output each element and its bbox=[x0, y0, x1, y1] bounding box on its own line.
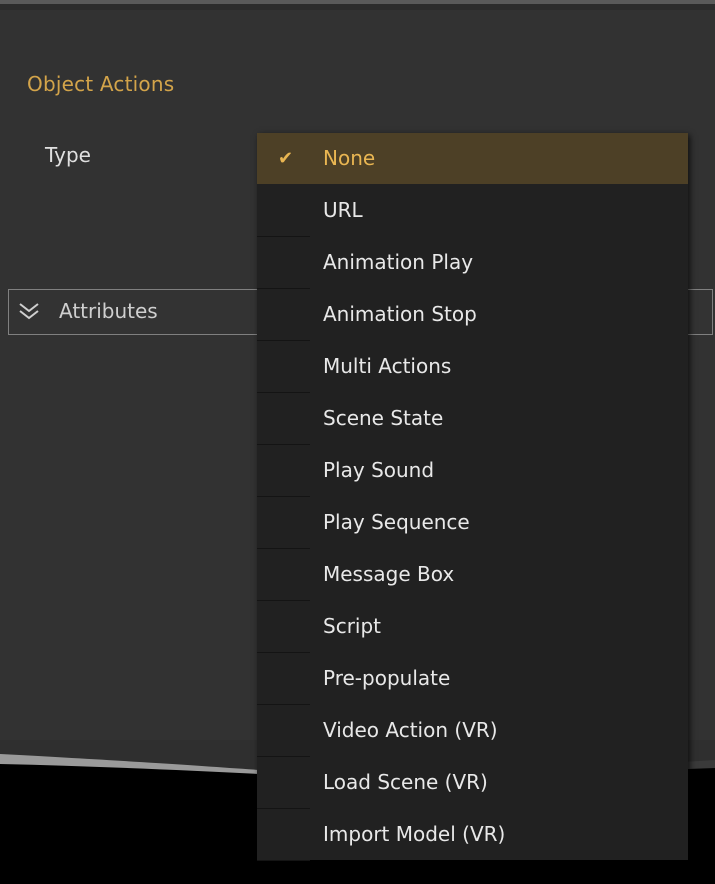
option-check-gutter bbox=[257, 185, 310, 237]
dropdown-option[interactable]: Message Box bbox=[257, 549, 688, 601]
option-label: Animation Stop bbox=[323, 302, 477, 326]
dropdown-option[interactable]: Play Sound bbox=[257, 445, 688, 497]
option-check-gutter bbox=[257, 497, 310, 549]
option-label: Play Sequence bbox=[323, 510, 470, 534]
option-label: Import Model (VR) bbox=[323, 822, 506, 846]
option-label: Video Action (VR) bbox=[323, 718, 498, 742]
dropdown-option[interactable]: Script bbox=[257, 601, 688, 653]
option-check-gutter bbox=[257, 601, 310, 653]
option-label: Load Scene (VR) bbox=[323, 770, 488, 794]
dropdown-option[interactable]: Play Sequence bbox=[257, 497, 688, 549]
dropdown-option[interactable]: Import Model (VR) bbox=[257, 809, 688, 861]
option-label: Multi Actions bbox=[323, 354, 452, 378]
option-check-gutter bbox=[257, 393, 310, 445]
option-label: None bbox=[323, 146, 376, 170]
dropdown-option[interactable]: URL bbox=[257, 185, 688, 237]
dropdown-option[interactable]: ✔ None bbox=[257, 133, 688, 184]
option-label: URL bbox=[323, 198, 363, 222]
dropdown-option[interactable]: Load Scene (VR) bbox=[257, 757, 688, 809]
dropdown-option[interactable]: Animation Play bbox=[257, 237, 688, 289]
option-check-gutter bbox=[257, 237, 310, 289]
attributes-label: Attributes bbox=[59, 299, 158, 323]
option-label: Pre-populate bbox=[323, 666, 451, 690]
option-check-gutter bbox=[257, 445, 310, 497]
type-label: Type bbox=[45, 143, 91, 167]
dropdown-option[interactable]: Video Action (VR) bbox=[257, 705, 688, 757]
window-top-shade bbox=[0, 4, 715, 10]
option-label: Script bbox=[323, 614, 382, 638]
option-check-gutter bbox=[257, 653, 310, 705]
section-title-object-actions: Object Actions bbox=[27, 72, 175, 96]
check-icon: ✔ bbox=[278, 148, 294, 169]
option-check-gutter bbox=[257, 341, 310, 393]
dropdown-option[interactable]: Pre-populate bbox=[257, 653, 688, 705]
dropdown-option[interactable]: Animation Stop bbox=[257, 289, 688, 341]
type-dropdown-menu[interactable]: ✔ None URL Animation Play Animation Stop Mult… bbox=[257, 133, 688, 861]
option-check-gutter bbox=[257, 549, 310, 601]
option-label: Animation Play bbox=[323, 250, 474, 274]
option-check-gutter bbox=[257, 289, 310, 341]
option-check-gutter bbox=[257, 705, 310, 757]
dropdown-option[interactable]: Multi Actions bbox=[257, 341, 688, 393]
option-label: Scene State bbox=[323, 406, 444, 430]
option-label: Message Box bbox=[323, 562, 455, 586]
dropdown-option[interactable]: Scene State bbox=[257, 393, 688, 445]
option-check-gutter bbox=[257, 809, 310, 861]
double-chevron-down-icon bbox=[19, 303, 39, 320]
option-label: Play Sound bbox=[323, 458, 435, 482]
option-check-gutter bbox=[257, 757, 310, 809]
